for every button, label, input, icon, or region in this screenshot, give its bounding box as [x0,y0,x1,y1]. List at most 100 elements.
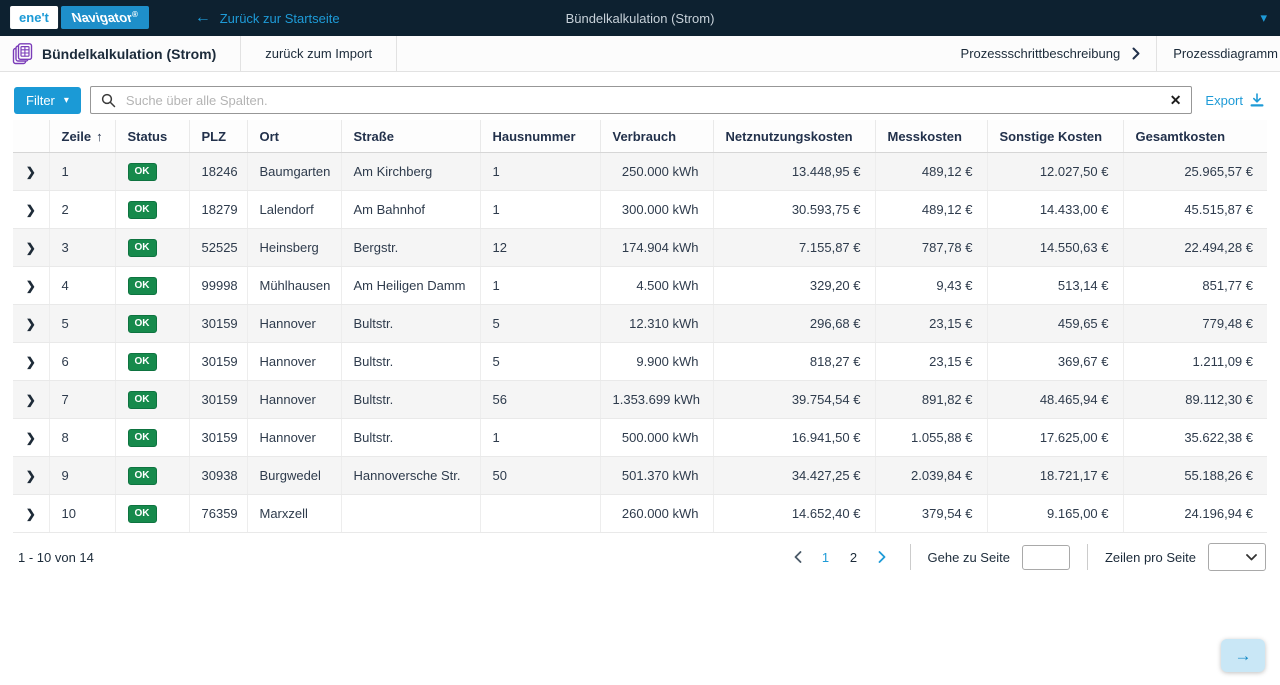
top-navigation-bar: ene't Navigator® ← Zurück zur Startseite… [0,0,1280,36]
cell-verbrauch: 4.500 kWh [600,267,713,305]
rows-per-page-label: Zeilen pro Seite [1105,550,1196,565]
window-title: Bündelkalkulation (Strom) [0,11,1280,26]
cell-strasse: Bergstr. [341,229,480,267]
cell-status: OK [115,381,189,419]
table-row[interactable]: ❯1OK18246BaumgartenAm Kirchberg1250.000 … [13,153,1267,191]
cell-hausnummer: 5 [480,305,600,343]
table-row[interactable]: ❯3OK52525HeinsbergBergstr.12174.904 kWh7… [13,229,1267,267]
table-row[interactable]: ❯8OK30159HannoverBultstr.1500.000 kWh16.… [13,419,1267,457]
cell-strasse [341,495,480,533]
status-badge: OK [128,277,157,295]
row-expander[interactable]: ❯ [13,229,49,267]
page-button-1[interactable]: 1 [815,550,837,565]
cell-status: OK [115,457,189,495]
cell-hausnummer: 1 [480,191,600,229]
export-button[interactable]: Export [1205,93,1264,108]
column-header-zeile[interactable]: Zeile↑ [49,120,115,153]
cell-messkosten: 489,12 € [875,153,987,191]
status-badge: OK [128,201,157,219]
cell-plz: 30159 [189,305,247,343]
divider [396,36,397,71]
process-step-description-link[interactable]: Prozessschrittbeschreibung [945,46,1157,61]
row-expander[interactable]: ❯ [13,191,49,229]
pager: 1 2 [787,546,893,568]
chevron-right-icon: ❯ [26,317,36,331]
table-row[interactable]: ❯7OK30159HannoverBultstr.561.353.699 kWh… [13,381,1267,419]
row-expander[interactable]: ❯ [13,381,49,419]
table-row[interactable]: ❯10OK76359Marxzell260.000 kWh14.652,40 €… [13,495,1267,533]
row-expander[interactable]: ❯ [13,457,49,495]
chevron-right-icon: ❯ [26,469,36,483]
next-step-button[interactable]: → [1221,639,1265,672]
column-header-verbrauch[interactable]: Verbrauch [600,120,713,153]
page-button-2[interactable]: 2 [843,550,865,565]
cell-messkosten: 23,15 € [875,305,987,343]
back-to-home-link[interactable]: ← Zurück zur Startseite [195,10,340,26]
rows-per-page-select[interactable] [1208,543,1266,571]
filter-button[interactable]: Filter ▾ [14,87,81,114]
cell-messkosten: 379,54 € [875,495,987,533]
row-expander[interactable]: ❯ [13,419,49,457]
cell-verbrauch: 12.310 kWh [600,305,713,343]
search-input[interactable] [124,92,1160,109]
row-expander[interactable]: ❯ [13,153,49,191]
cell-status: OK [115,191,189,229]
process-diagram-link[interactable]: Prozessdiagramm [1157,46,1280,61]
row-expander[interactable]: ❯ [13,305,49,343]
cell-zeile: 5 [49,305,115,343]
cell-zeile: 9 [49,457,115,495]
column-header-gesamtkosten[interactable]: Gesamtkosten [1123,120,1267,153]
divider [910,544,911,570]
cell-plz: 18279 [189,191,247,229]
chevron-down-icon [1246,554,1257,561]
cell-ort: Marxzell [247,495,341,533]
cell-netznutzungskosten: 14.652,40 € [713,495,875,533]
cell-gesamtkosten: 851,77 € [1123,267,1267,305]
process-step-description-label: Prozessschrittbeschreibung [961,46,1121,61]
row-expander[interactable]: ❯ [13,495,49,533]
download-icon [1250,93,1264,107]
row-expander[interactable]: ❯ [13,267,49,305]
search-box: ✕ [90,86,1193,114]
clear-search-icon[interactable]: ✕ [1170,93,1182,107]
cell-zeile: 3 [49,229,115,267]
cell-messkosten: 1.055,88 € [875,419,987,457]
next-page-button[interactable] [871,546,893,568]
row-range-label: 1 - 10 von 14 [18,550,94,565]
back-to-home-label: Zurück zur Startseite [220,11,340,26]
cell-netznutzungskosten: 13.448,95 € [713,153,875,191]
cell-gesamtkosten: 45.515,87 € [1123,191,1267,229]
chevron-down-icon[interactable]: ▾ [1260,10,1267,26]
cell-plz: 30159 [189,381,247,419]
cell-messkosten: 891,82 € [875,381,987,419]
column-header-netznutzungskosten[interactable]: Netznutzungskosten [713,120,875,153]
cell-hausnummer: 56 [480,381,600,419]
cell-messkosten: 23,15 € [875,343,987,381]
cell-verbrauch: 1.353.699 kWh [600,381,713,419]
column-header-plz[interactable]: PLZ [189,120,247,153]
cell-netznutzungskosten: 329,20 € [713,267,875,305]
filter-button-label: Filter [26,93,55,108]
column-header-status[interactable]: Status [115,120,189,153]
table-row[interactable]: ❯5OK30159HannoverBultstr.512.310 kWh296,… [13,305,1267,343]
table-row[interactable]: ❯6OK30159HannoverBultstr.59.900 kWh818,2… [13,343,1267,381]
cell-ort: Hannover [247,343,341,381]
table-row[interactable]: ❯2OK18279LalendorfAm Bahnhof1300.000 kWh… [13,191,1267,229]
table-row[interactable]: ❯9OK30938BurgwedelHannoversche Str.50501… [13,457,1267,495]
status-badge: OK [128,163,157,181]
previous-page-button[interactable] [787,546,809,568]
column-header-hausnummer[interactable]: Hausnummer [480,120,600,153]
table-row[interactable]: ❯4OK99998MühlhausenAm Heiligen Damm14.50… [13,267,1267,305]
column-header-messkosten[interactable]: Messkosten [875,120,987,153]
column-header-ort[interactable]: Ort [247,120,341,153]
cell-gesamtkosten: 89.112,30 € [1123,381,1267,419]
row-expander[interactable]: ❯ [13,343,49,381]
column-header-strasse[interactable]: Straße [341,120,480,153]
cell-status: OK [115,305,189,343]
cell-sonstige_kosten: 513,14 € [987,267,1123,305]
back-to-import-link[interactable]: zurück zum Import [241,46,396,61]
column-header-sonstige-kosten[interactable]: Sonstige Kosten [987,120,1123,153]
goto-page-input[interactable] [1022,545,1070,570]
chevron-right-icon: ❯ [26,241,36,255]
cell-sonstige_kosten: 48.465,94 € [987,381,1123,419]
